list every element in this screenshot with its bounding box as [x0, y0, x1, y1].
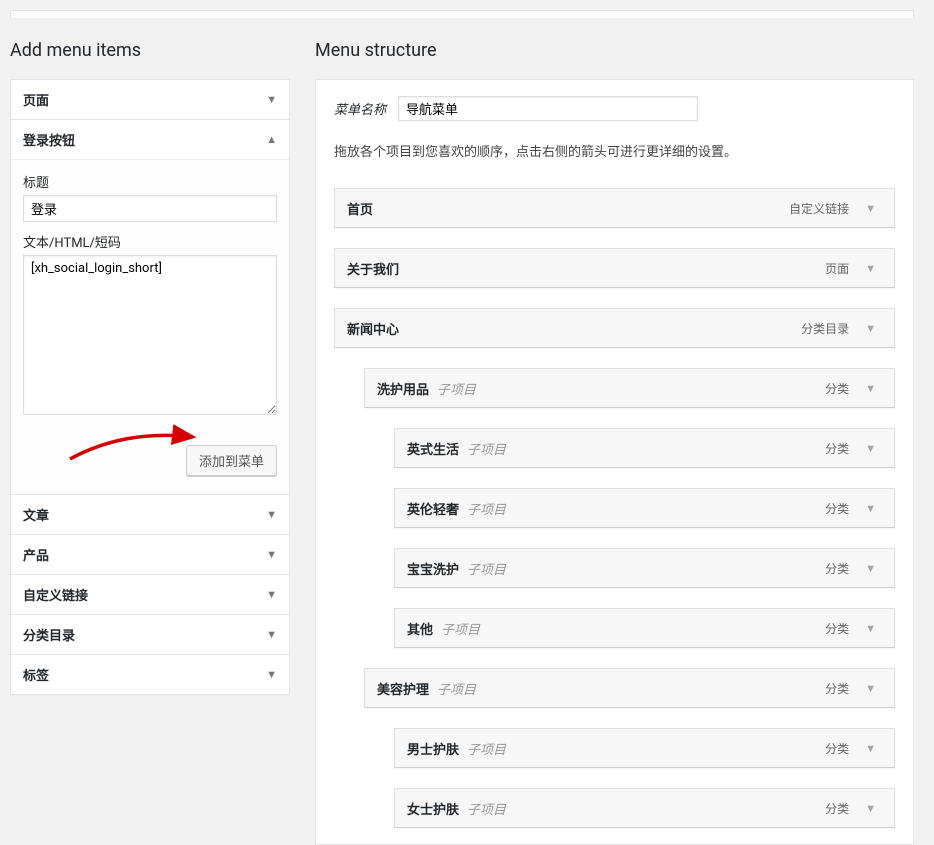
chevron-down-icon: ▼	[266, 548, 277, 561]
menu-item[interactable]: 美容护理子项目 分类 ▼	[364, 668, 895, 708]
menu-item-title: 男士护肤	[407, 739, 459, 758]
accordion-post-label: 文章	[23, 505, 49, 524]
annotation-arrow-icon	[65, 419, 205, 465]
menu-item-title: 英式生活	[407, 439, 459, 458]
menu-item-title: 英伦轻奢	[407, 499, 459, 518]
accordion-page[interactable]: 页面 ▼	[11, 80, 289, 119]
menu-item-title: 首页	[347, 199, 373, 218]
menu-item-subitem-label: 子项目	[467, 739, 506, 758]
accordion-post[interactable]: 文章 ▼	[11, 495, 289, 534]
menu-item-type: 页面	[825, 260, 849, 277]
menu-item-type: 分类	[825, 440, 849, 457]
accordion-login-label: 登录按钮	[23, 130, 75, 149]
chevron-down-icon: ▼	[266, 588, 277, 601]
menu-item[interactable]: 英伦轻奢子项目 分类 ▼	[394, 488, 895, 528]
chevron-down-icon: ▼	[266, 668, 277, 681]
menu-item-list: 首页自定义链接▼关于我们页面▼新闻中心分类目录▼洗护用品子项目分类▼英式生活子项…	[334, 178, 895, 828]
menu-item[interactable]: 女士护肤子项目 分类 ▼	[394, 788, 895, 828]
menu-item-title: 女士护肤	[407, 799, 459, 818]
menu-name-input[interactable]	[398, 96, 698, 121]
menu-item[interactable]: 宝宝洗护子项目 分类 ▼	[394, 548, 895, 588]
menu-item-type: 分类目录	[801, 320, 849, 337]
chevron-down-icon[interactable]: ▼	[859, 558, 882, 579]
menu-panel: 菜单名称 拖放各个项目到您喜欢的顺序，点击右侧的箭头可进行更详细的设置。 首页 自…	[315, 79, 914, 845]
menu-structure-heading: Menu structure	[315, 40, 914, 61]
chevron-down-icon[interactable]: ▼	[859, 618, 882, 639]
menu-item-title: 新闻中心	[347, 319, 399, 338]
accordion-product[interactable]: 产品 ▼	[11, 535, 289, 574]
chevron-down-icon[interactable]: ▼	[859, 738, 882, 759]
chevron-down-icon[interactable]: ▼	[859, 258, 882, 279]
accordion-category-label: 分类目录	[23, 625, 75, 644]
chevron-down-icon[interactable]: ▼	[859, 498, 882, 519]
menu-item-subitem-label: 子项目	[467, 499, 506, 518]
menu-item[interactable]: 新闻中心 分类目录 ▼	[334, 308, 895, 348]
menu-name-label: 菜单名称	[334, 99, 386, 118]
shortcode-field-label: 文本/HTML/短码	[23, 232, 277, 251]
chevron-down-icon: ▼	[266, 508, 277, 521]
accordion-customlink-label: 自定义链接	[23, 585, 88, 604]
top-bar	[10, 10, 914, 18]
menu-item[interactable]: 关于我们 页面 ▼	[334, 248, 895, 288]
accordion-page-label: 页面	[23, 90, 49, 109]
menu-item-type: 分类	[825, 560, 849, 577]
menu-item-subitem-label: 子项目	[437, 379, 476, 398]
menu-item-subitem-label: 子项目	[467, 439, 506, 458]
add-menu-items-heading: Add menu items	[10, 40, 290, 61]
menu-item-subitem-label: 子项目	[437, 679, 476, 698]
title-input[interactable]	[23, 195, 277, 222]
menu-item-title: 洗护用品	[377, 379, 429, 398]
accordion-group: 页面 ▼ 登录按钮 ▲ 标题 文本/HTML/短码	[10, 79, 290, 695]
shortcode-textarea[interactable]	[23, 255, 277, 415]
menu-item-title: 美容护理	[377, 679, 429, 698]
menu-item-type: 分类	[825, 800, 849, 817]
menu-item-subitem-label: 子项目	[441, 619, 480, 638]
accordion-tag-label: 标签	[23, 665, 49, 684]
menu-item[interactable]: 首页 自定义链接 ▼	[334, 188, 895, 228]
menu-item[interactable]: 男士护肤子项目 分类 ▼	[394, 728, 895, 768]
menu-item-type: 自定义链接	[789, 200, 849, 217]
chevron-down-icon: ▼	[266, 628, 277, 641]
chevron-down-icon[interactable]: ▼	[859, 378, 882, 399]
menu-item-type: 分类	[825, 620, 849, 637]
accordion-login-body: 标题 文本/HTML/短码 添加到菜单	[11, 159, 289, 494]
menu-item-type: 分类	[825, 680, 849, 697]
chevron-down-icon: ▼	[266, 93, 277, 106]
accordion-product-label: 产品	[23, 545, 49, 564]
menu-item-type: 分类	[825, 740, 849, 757]
chevron-down-icon[interactable]: ▼	[859, 318, 882, 339]
menu-item-type: 分类	[825, 500, 849, 517]
menu-item-title: 其他	[407, 619, 433, 638]
title-field-label: 标题	[23, 172, 277, 191]
accordion-custom-link[interactable]: 自定义链接 ▼	[11, 575, 289, 614]
chevron-down-icon[interactable]: ▼	[859, 678, 882, 699]
menu-item[interactable]: 英式生活子项目 分类 ▼	[394, 428, 895, 468]
chevron-down-icon[interactable]: ▼	[859, 198, 882, 219]
menu-item-title: 宝宝洗护	[407, 559, 459, 578]
menu-item[interactable]: 洗护用品子项目 分类 ▼	[364, 368, 895, 408]
menu-item-title: 关于我们	[347, 259, 399, 278]
accordion-category[interactable]: 分类目录 ▼	[11, 615, 289, 654]
accordion-tag[interactable]: 标签 ▼	[11, 655, 289, 694]
chevron-up-icon: ▲	[266, 133, 277, 146]
chevron-down-icon[interactable]: ▼	[859, 798, 882, 819]
menu-item-subitem-label: 子项目	[467, 559, 506, 578]
menu-item[interactable]: 其他子项目 分类 ▼	[394, 608, 895, 648]
instructions-text: 拖放各个项目到您喜欢的顺序，点击右侧的箭头可进行更详细的设置。	[334, 141, 895, 160]
menu-item-subitem-label: 子项目	[467, 799, 506, 818]
chevron-down-icon[interactable]: ▼	[859, 438, 882, 459]
accordion-login-button[interactable]: 登录按钮 ▲	[11, 120, 289, 159]
menu-item-type: 分类	[825, 380, 849, 397]
